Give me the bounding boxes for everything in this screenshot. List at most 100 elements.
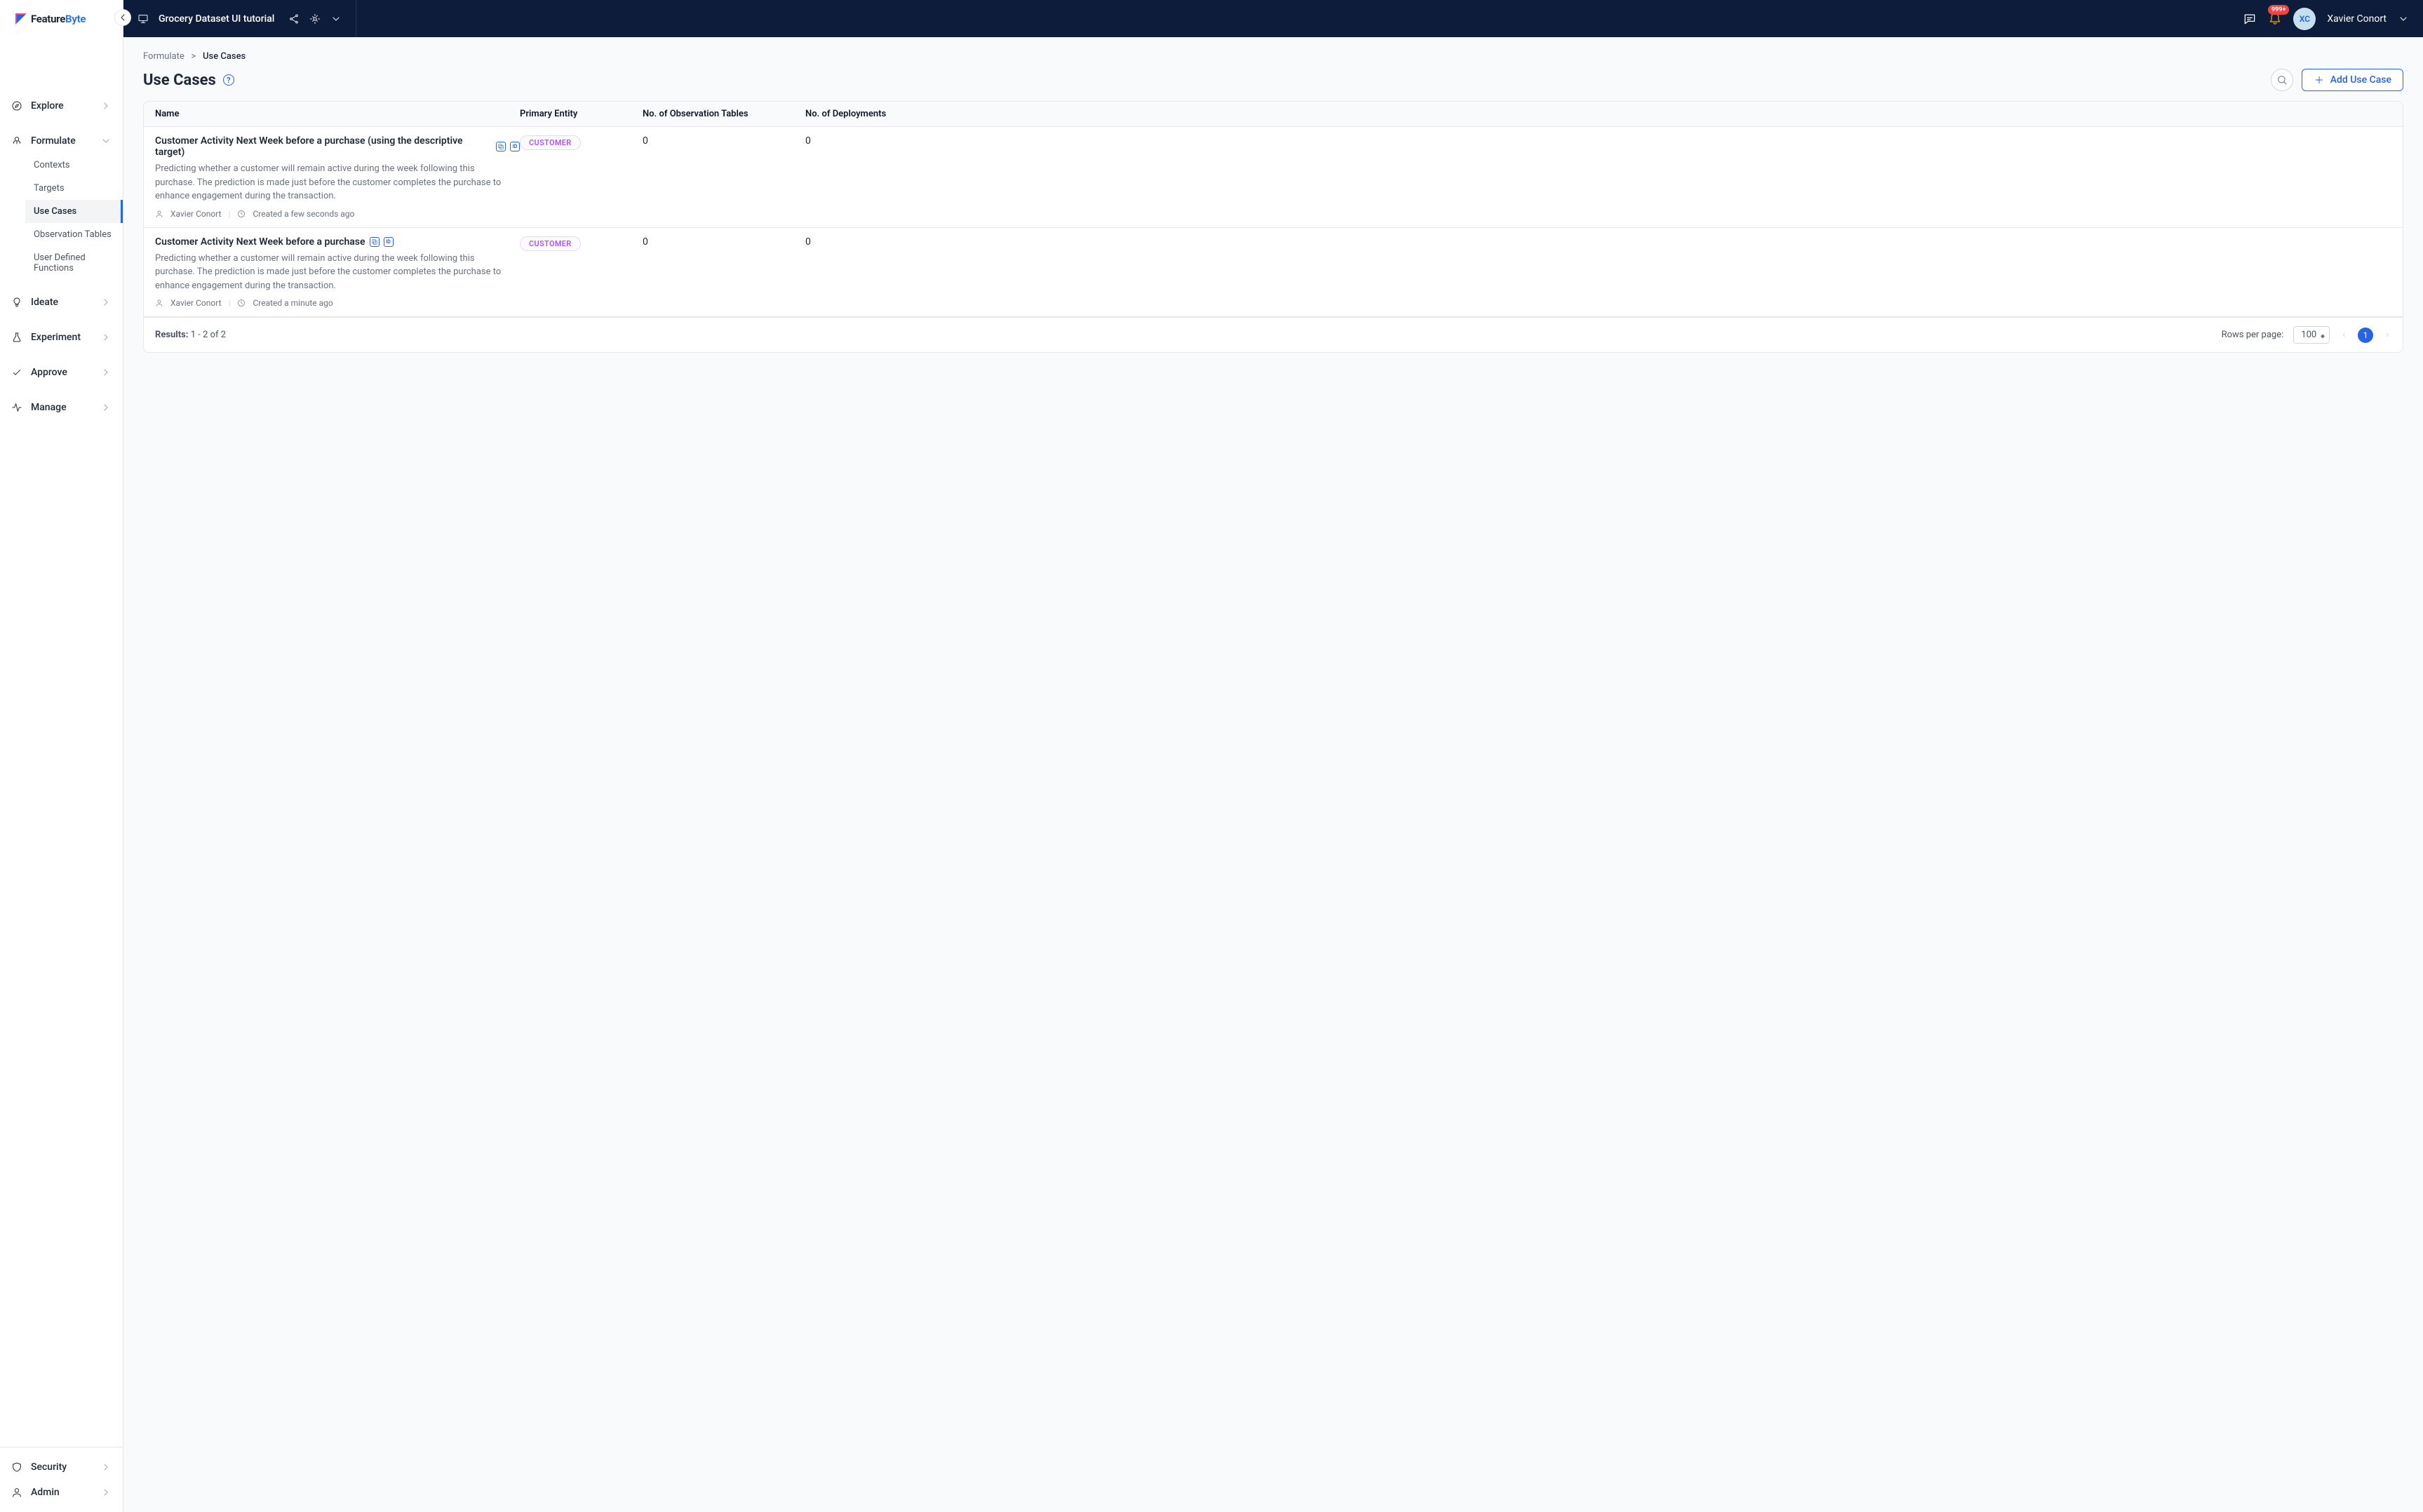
user-name: Xavier Conort [2327,13,2387,25]
copy-icon[interactable] [496,142,506,151]
nav-manage[interactable]: Manage [0,395,123,420]
clock-icon [237,299,246,307]
nav-approve-label: Approve [31,367,67,378]
row-obs-count: 0 [643,135,805,147]
chevron-right-icon [100,1462,112,1473]
breadcrumb-sep: > [192,51,196,62]
rows-per-page-select[interactable]: 100 [2293,326,2330,344]
nav-experiment-label: Experiment [31,332,81,343]
chat-icon[interactable] [2243,12,2257,26]
row-author: Xavier Conort [170,298,222,308]
th-dep[interactable]: No. of Deployments [805,109,2391,119]
nav-experiment[interactable]: Experiment [0,325,123,350]
logo-text-1: Feature [31,13,65,25]
share-icon[interactable] [288,13,300,25]
monitor-icon [137,13,149,25]
chevron-right-icon [100,1487,112,1498]
results-label: Results: [155,330,189,340]
nav-security-label: Security [31,1462,67,1473]
table-row[interactable]: Customer Activity Next Week before a pur… [144,127,2403,228]
row-dep-count: 0 [805,135,2391,147]
add-use-case-button[interactable]: Add Use Case [2302,69,2403,91]
logo-text-2: Byte [65,13,86,25]
row-title: Customer Activity Next Week before a pur… [155,135,492,158]
chevron-left-icon [117,12,128,23]
row-created: Created a few seconds ago [253,209,354,219]
nav-approve[interactable]: Approve [0,360,123,385]
th-entity[interactable]: Primary Entity [520,109,643,119]
th-obs[interactable]: No. of Observation Tables [643,109,805,119]
chevron-right-icon [100,402,112,413]
featurebyte-logo-icon [13,11,29,27]
notifications-button[interactable]: 999+ [2268,11,2282,27]
nav-ideate[interactable]: Ideate [0,290,123,315]
check-icon [11,367,22,378]
notif-badge: 999+ [2268,5,2289,15]
chevron-right-icon [100,367,112,378]
nav-explore[interactable]: Explore [0,93,123,119]
user-icon [155,299,163,307]
user-menu-chevron-icon[interactable] [2398,13,2409,25]
help-icon[interactable]: ? [223,74,234,86]
chevron-right-icon [100,332,112,343]
search-icon [2276,74,2288,86]
row-created: Created a minute ago [253,298,333,308]
row-author: Xavier Conort [170,209,222,219]
chevron-right-icon [100,297,112,308]
compass-icon [11,100,22,112]
next-page-button[interactable]: › [2383,330,2391,340]
page-number[interactable]: 1 [2358,328,2373,343]
activity-icon [11,402,22,413]
th-name[interactable]: Name [155,109,520,119]
breadcrumb-root[interactable]: Formulate [143,51,184,62]
breadcrumb: Formulate > Use Cases [143,51,2403,62]
gear-icon[interactable] [309,13,321,25]
nav-targets[interactable]: Targets [25,177,123,200]
entity-tag[interactable]: CUSTOMER [520,236,581,251]
table-row[interactable]: Customer Activity Next Week before a pur… [144,228,2403,318]
avatar[interactable]: XC [2293,8,2316,30]
nav-formulate-label: Formulate [31,135,76,147]
entity-tag[interactable]: CUSTOMER [520,135,581,150]
chevron-right-icon [100,100,112,112]
catalog-selector[interactable]: Grocery Dataset UI tutorial [123,0,356,37]
nav-observation-tables[interactable]: Observation Tables [25,223,123,246]
nav-use-cases[interactable]: Use Cases [25,200,123,223]
id-icon[interactable]: ID [510,142,520,151]
topbar: Grocery Dataset UI tutorial 999+ XC Xavi… [123,0,2423,37]
nav-admin[interactable]: Admin [0,1480,123,1505]
add-button-label: Add Use Case [2330,74,2391,86]
user-icon [11,1487,22,1498]
chevron-down-icon[interactable] [330,13,342,25]
row-dep-count: 0 [805,236,2391,248]
clock-icon [237,210,246,218]
id-icon[interactable]: ID [384,237,394,247]
rows-per-page-label: Rows per page: [2222,330,2284,340]
brain-icon [11,135,22,147]
nav-security[interactable]: Security [0,1454,123,1480]
nav-udf[interactable]: User Defined Functions [25,246,123,280]
row-title: Customer Activity Next Week before a pur… [155,236,365,248]
nav-contexts[interactable]: Contexts [25,154,123,177]
nav-admin-label: Admin [31,1487,60,1498]
catalog-name: Grocery Dataset UI tutorial [159,13,274,25]
prev-page-button[interactable]: ‹ [2340,330,2348,340]
nav-ideate-label: Ideate [31,297,58,308]
sidebar-collapse-button[interactable] [114,9,131,26]
search-button[interactable] [2271,69,2293,91]
copy-icon[interactable] [370,237,380,247]
nav-formulate[interactable]: Formulate [0,128,123,154]
sidebar: FeatureByte Explore Formulate Contexts T… [0,0,123,1512]
row-description: Predicting whether a customer will remai… [155,162,506,203]
nav-explore-label: Explore [31,100,64,112]
logo[interactable]: FeatureByte [0,0,123,37]
flask-icon [11,332,22,343]
nav-manage-label: Manage [31,402,67,413]
shield-icon [11,1462,22,1473]
row-obs-count: 0 [643,236,805,248]
use-cases-table: Name Primary Entity No. of Observation T… [143,101,2403,353]
user-icon [155,210,163,218]
lightbulb-icon [11,297,22,308]
chevron-down-icon [100,135,112,147]
breadcrumb-current: Use Cases [203,51,246,62]
